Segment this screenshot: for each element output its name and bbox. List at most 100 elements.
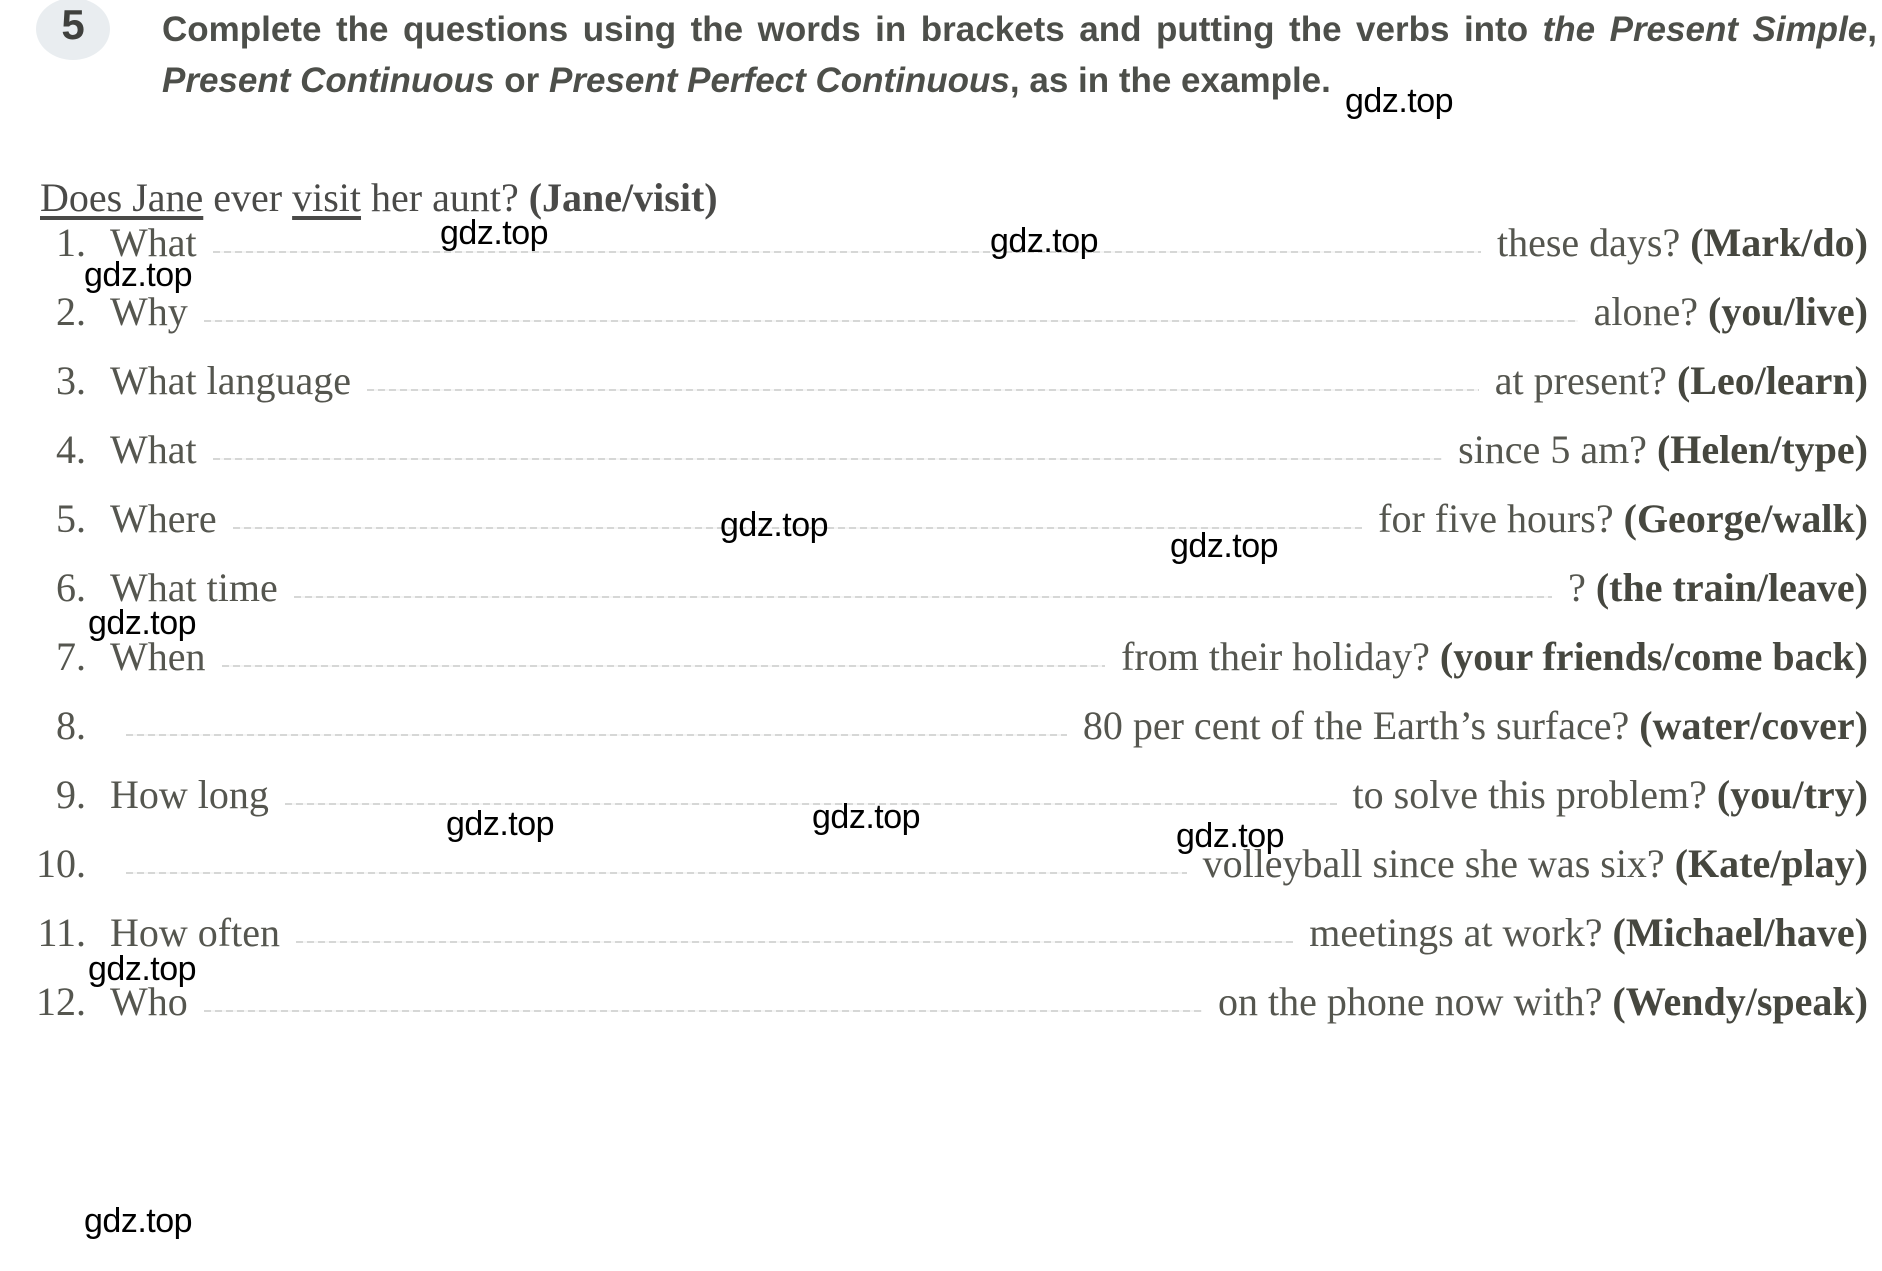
question-number: 9. xyxy=(56,772,86,817)
question-cue: (water/cover) xyxy=(1639,703,1868,748)
question-cue: (you/try) xyxy=(1716,772,1868,817)
question-lead-text: What xyxy=(110,220,197,265)
example-line: Does Jane ever visit her aunt? (Jane/vis… xyxy=(40,176,718,220)
answer-blank[interactable] xyxy=(284,768,1337,808)
question-lead-text: How long xyxy=(110,772,269,817)
question-tail-text: meetings at work? xyxy=(1309,910,1613,955)
question-lead-text: What time xyxy=(110,565,278,610)
question-tail-text: to solve this problem? xyxy=(1352,772,1717,817)
question-lead-text: Who xyxy=(110,979,188,1024)
question-tail-text: at present? xyxy=(1494,358,1677,403)
question-tail-text: volleyball since she was six? xyxy=(1202,841,1675,886)
answer-blank[interactable] xyxy=(212,216,1482,256)
question-number: 3. xyxy=(56,358,86,403)
question-row: 7. When from their holiday? (your friends/… xyxy=(0,630,1882,699)
question-list: 1. What these days? (Mark/do) 2. Why alone? (… xyxy=(0,216,1882,1044)
question-row: 5. Where for five hours? (George/walk) xyxy=(0,492,1882,561)
question-lead-text: When xyxy=(110,634,206,679)
question-cue: (Kate/play) xyxy=(1674,841,1868,886)
question-cue: (George/walk) xyxy=(1623,496,1868,541)
answer-blank[interactable] xyxy=(203,285,1578,325)
instruction-run-5: Present Perfect Continuous xyxy=(548,61,1010,100)
question-row: 3. What language at present? (Leo/learn) xyxy=(0,354,1882,423)
example-middle: ever xyxy=(203,175,293,220)
question-row: 2. Why alone? (you/live) xyxy=(0,285,1882,354)
question-lead-text: What xyxy=(110,427,197,472)
question-tail: alone? (you/live) xyxy=(1594,288,1882,335)
question-row: 8. 80 per cent of the Earth’s surface? (w… xyxy=(0,699,1882,768)
example-cue: (Jane/visit) xyxy=(528,175,718,220)
question-row: 10. volleyball since she was six? (Kate/p… xyxy=(0,837,1882,906)
answer-blank[interactable] xyxy=(212,423,1443,463)
question-cue: (Helen/type) xyxy=(1656,427,1868,472)
question-number: 8. xyxy=(56,703,86,748)
question-number: 4. xyxy=(56,427,86,472)
question-cue: (Leo/learn) xyxy=(1676,358,1868,403)
question-number: 7. xyxy=(56,634,86,679)
answer-blank[interactable] xyxy=(295,906,1294,946)
question-cue: (Michael/have) xyxy=(1612,910,1869,955)
instruction-run-1: the Present Simple xyxy=(1542,10,1868,49)
question-number: 11. xyxy=(37,910,86,955)
question-number: 5. xyxy=(56,496,86,541)
question-tail-text: from their holiday? xyxy=(1121,634,1440,679)
answer-blank[interactable] xyxy=(293,561,1553,601)
question-row: 11. How often meetings at work? (Michael/h… xyxy=(0,906,1882,975)
question-cue: (your friends/come back) xyxy=(1439,634,1868,679)
question-number: 10. xyxy=(36,841,86,886)
question-tail: since 5 am? (Helen/type) xyxy=(1458,426,1882,473)
question-lead-text: Why xyxy=(110,289,188,334)
question-lead-text: How often xyxy=(110,910,280,955)
question-cue: (Wendy/speak) xyxy=(1612,979,1868,1024)
question-tail-text: 80 per cent of the Earth’s surface? xyxy=(1082,703,1640,748)
answer-blank[interactable] xyxy=(126,699,1067,739)
answer-blank[interactable] xyxy=(221,630,1106,670)
answer-blank[interactable] xyxy=(232,492,1363,532)
instruction-run-2: , xyxy=(1867,10,1877,49)
question-tail-text: these days? xyxy=(1496,220,1691,265)
question-number: 12. xyxy=(36,979,86,1024)
question-lead-text: Where xyxy=(110,496,217,541)
question-tail: 80 per cent of the Earth’s surface? (wat… xyxy=(1083,702,1882,749)
answer-blank[interactable] xyxy=(126,837,1187,877)
question-row: 1. What these days? (Mark/do) xyxy=(0,216,1882,285)
question-tail: ? (the train/leave) xyxy=(1568,564,1882,611)
question-tail-text: ? xyxy=(1568,565,1596,610)
question-number: 6. xyxy=(56,565,86,610)
question-tail: for five hours? (George/walk) xyxy=(1378,495,1882,542)
question-tail: on the phone now with? (Wendy/speak) xyxy=(1218,978,1882,1025)
question-tail-text: for five hours? xyxy=(1378,496,1624,541)
question-lead-text: What language xyxy=(110,358,351,403)
question-cue: (the train/leave) xyxy=(1595,565,1868,610)
question-tail: meetings at work? (Michael/have) xyxy=(1309,909,1882,956)
question-number: 1. xyxy=(56,220,86,265)
example-answer: Does Jane xyxy=(40,175,204,220)
instruction-run-6: , as in the example. xyxy=(1009,61,1331,100)
question-row: 9. How long to solve this problem? (you/tr… xyxy=(0,768,1882,837)
question-tail: from their holiday? (your friends/come b… xyxy=(1121,633,1882,680)
exercise-instruction: Complete the questions using the words i… xyxy=(162,4,1877,106)
instruction-run-0: Complete the questions using the words i… xyxy=(162,10,1543,49)
answer-blank[interactable] xyxy=(367,354,1479,394)
question-row: 12. Who on the phone now with? (Wendy/spea… xyxy=(0,975,1882,1044)
question-tail: at present? (Leo/learn) xyxy=(1495,357,1882,404)
question-row: 4. What since 5 am? (Helen/type) xyxy=(0,423,1882,492)
question-row: 6. What time? (the train/leave) xyxy=(0,561,1882,630)
exercise-number: 5 xyxy=(61,1,85,48)
question-cue: (you/live) xyxy=(1708,289,1868,334)
question-tail: volleyball since she was six? (Kate/play… xyxy=(1203,840,1882,887)
question-tail: these days? (Mark/do) xyxy=(1497,219,1882,266)
question-tail-text: on the phone now with? xyxy=(1218,979,1613,1024)
question-tail: to solve this problem? (you/try) xyxy=(1353,771,1882,818)
watermark: gdz.top xyxy=(84,1202,193,1240)
instruction-run-4: or xyxy=(494,61,549,100)
question-tail-text: alone? xyxy=(1593,289,1709,334)
example-verb: visit xyxy=(292,175,362,220)
instruction-run-3: Present Continuous xyxy=(162,61,495,100)
question-tail-text: since 5 am? xyxy=(1458,427,1657,472)
exercise-header: 5 Complete the questions using the words… xyxy=(0,0,1882,160)
example-rest: her aunt? xyxy=(361,175,529,220)
question-number: 2. xyxy=(56,289,86,334)
answer-blank[interactable] xyxy=(203,975,1203,1015)
question-cue: (Mark/do) xyxy=(1690,220,1868,265)
